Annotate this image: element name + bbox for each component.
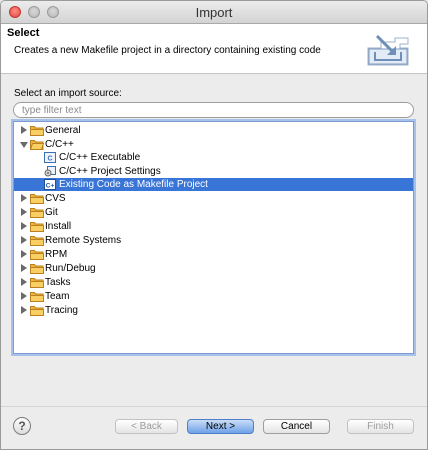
tree-item-label: Remote Systems <box>45 235 122 246</box>
import-dialog: Import Select Creates a new Makefile pro… <box>0 0 428 450</box>
help-button[interactable]: ? <box>13 417 31 435</box>
tree-item-existing-code-makefile[interactable]: C+ Existing Code as Makefile Project <box>14 178 413 191</box>
expand-arrow-icon[interactable] <box>21 264 27 272</box>
tree-item-rpm[interactable]: RPM <box>14 248 413 261</box>
tree-item-label: Git <box>45 207 58 218</box>
footer-divider <box>1 406 427 407</box>
svg-text:C: C <box>47 156 52 163</box>
tree-item-label: General <box>45 125 81 136</box>
tree-item-general[interactable]: General <box>14 124 413 137</box>
makefile-project-icon: C+ <box>44 179 56 190</box>
tree-item-tracing[interactable]: Tracing <box>14 304 413 317</box>
import-wizard-icon <box>367 34 409 66</box>
tree-item-run-debug[interactable]: Run/Debug <box>14 262 413 275</box>
page-description: Creates a new Makefile project in a dire… <box>14 45 321 56</box>
folder-icon <box>30 306 44 316</box>
tree-item-team[interactable]: Team <box>14 290 413 303</box>
folder-icon <box>30 208 44 218</box>
expand-arrow-icon[interactable] <box>21 292 27 300</box>
expand-arrow-icon[interactable] <box>21 236 27 244</box>
folder-icon <box>30 292 44 302</box>
c-executable-icon: C <box>44 152 56 163</box>
collapse-arrow-icon[interactable] <box>20 142 28 148</box>
tree-item-label: Tracing <box>45 305 78 316</box>
folder-icon <box>30 126 44 136</box>
folder-icon <box>30 222 44 232</box>
tree-item-label: Existing Code as Makefile Project <box>59 179 208 190</box>
tree-item-cpp-project-settings[interactable]: C/C++ Project Settings <box>14 165 413 178</box>
window-title: Import <box>195 5 233 20</box>
tree-item-label: CVS <box>45 193 66 204</box>
folder-icon <box>30 250 44 260</box>
expand-arrow-icon[interactable] <box>21 126 27 134</box>
filter-input[interactable] <box>13 102 414 118</box>
cancel-button[interactable]: Cancel <box>263 419 330 434</box>
import-source-label: Select an import source: <box>14 88 122 99</box>
page-title: Select <box>7 27 40 39</box>
folder-icon <box>30 194 44 204</box>
tree-item-git[interactable]: Git <box>14 206 413 219</box>
folder-icon <box>30 278 44 288</box>
expand-arrow-icon[interactable] <box>21 250 27 258</box>
project-settings-icon <box>44 166 56 177</box>
svg-text:C+: C+ <box>46 183 55 190</box>
next-button[interactable]: Next > <box>187 419 254 434</box>
tree-item-label: C/C++ Project Settings <box>59 166 161 177</box>
tree-item-remote-systems[interactable]: Remote Systems <box>14 234 413 247</box>
expand-arrow-icon[interactable] <box>21 278 27 286</box>
tree-item-label: Tasks <box>45 277 71 288</box>
tree-item-cpp[interactable]: C/C++ <box>14 138 413 151</box>
tree-item-install[interactable]: Install <box>14 220 413 233</box>
expand-arrow-icon[interactable] <box>21 194 27 202</box>
folder-icon <box>30 264 44 274</box>
tree-item-label: Install <box>45 221 72 232</box>
tree-item-cvs[interactable]: CVS <box>14 192 413 205</box>
tree-item-label: C/C++ <box>45 139 74 150</box>
expand-arrow-icon[interactable] <box>21 222 27 230</box>
tree-item-label: RPM <box>45 249 68 260</box>
tree-item-tasks[interactable]: Tasks <box>14 276 413 289</box>
back-button[interactable]: < Back <box>115 419 178 434</box>
tree-item-label: Team <box>45 291 70 302</box>
import-source-tree[interactable]: General C/C++ C C/C++ Executable C/C++ P… <box>13 121 414 354</box>
title-bar: Import <box>1 1 427 24</box>
tree-item-cpp-executable[interactable]: C C/C++ Executable <box>14 151 413 164</box>
expand-arrow-icon[interactable] <box>21 306 27 314</box>
tree-item-label: Run/Debug <box>45 263 96 274</box>
folder-open-icon <box>30 140 44 150</box>
tree-item-label: C/C++ Executable <box>59 152 141 163</box>
wizard-header: Select Creates a new Makefile project in… <box>1 24 427 74</box>
expand-arrow-icon[interactable] <box>21 208 27 216</box>
finish-button[interactable]: Finish <box>347 419 414 434</box>
folder-icon <box>30 236 44 246</box>
